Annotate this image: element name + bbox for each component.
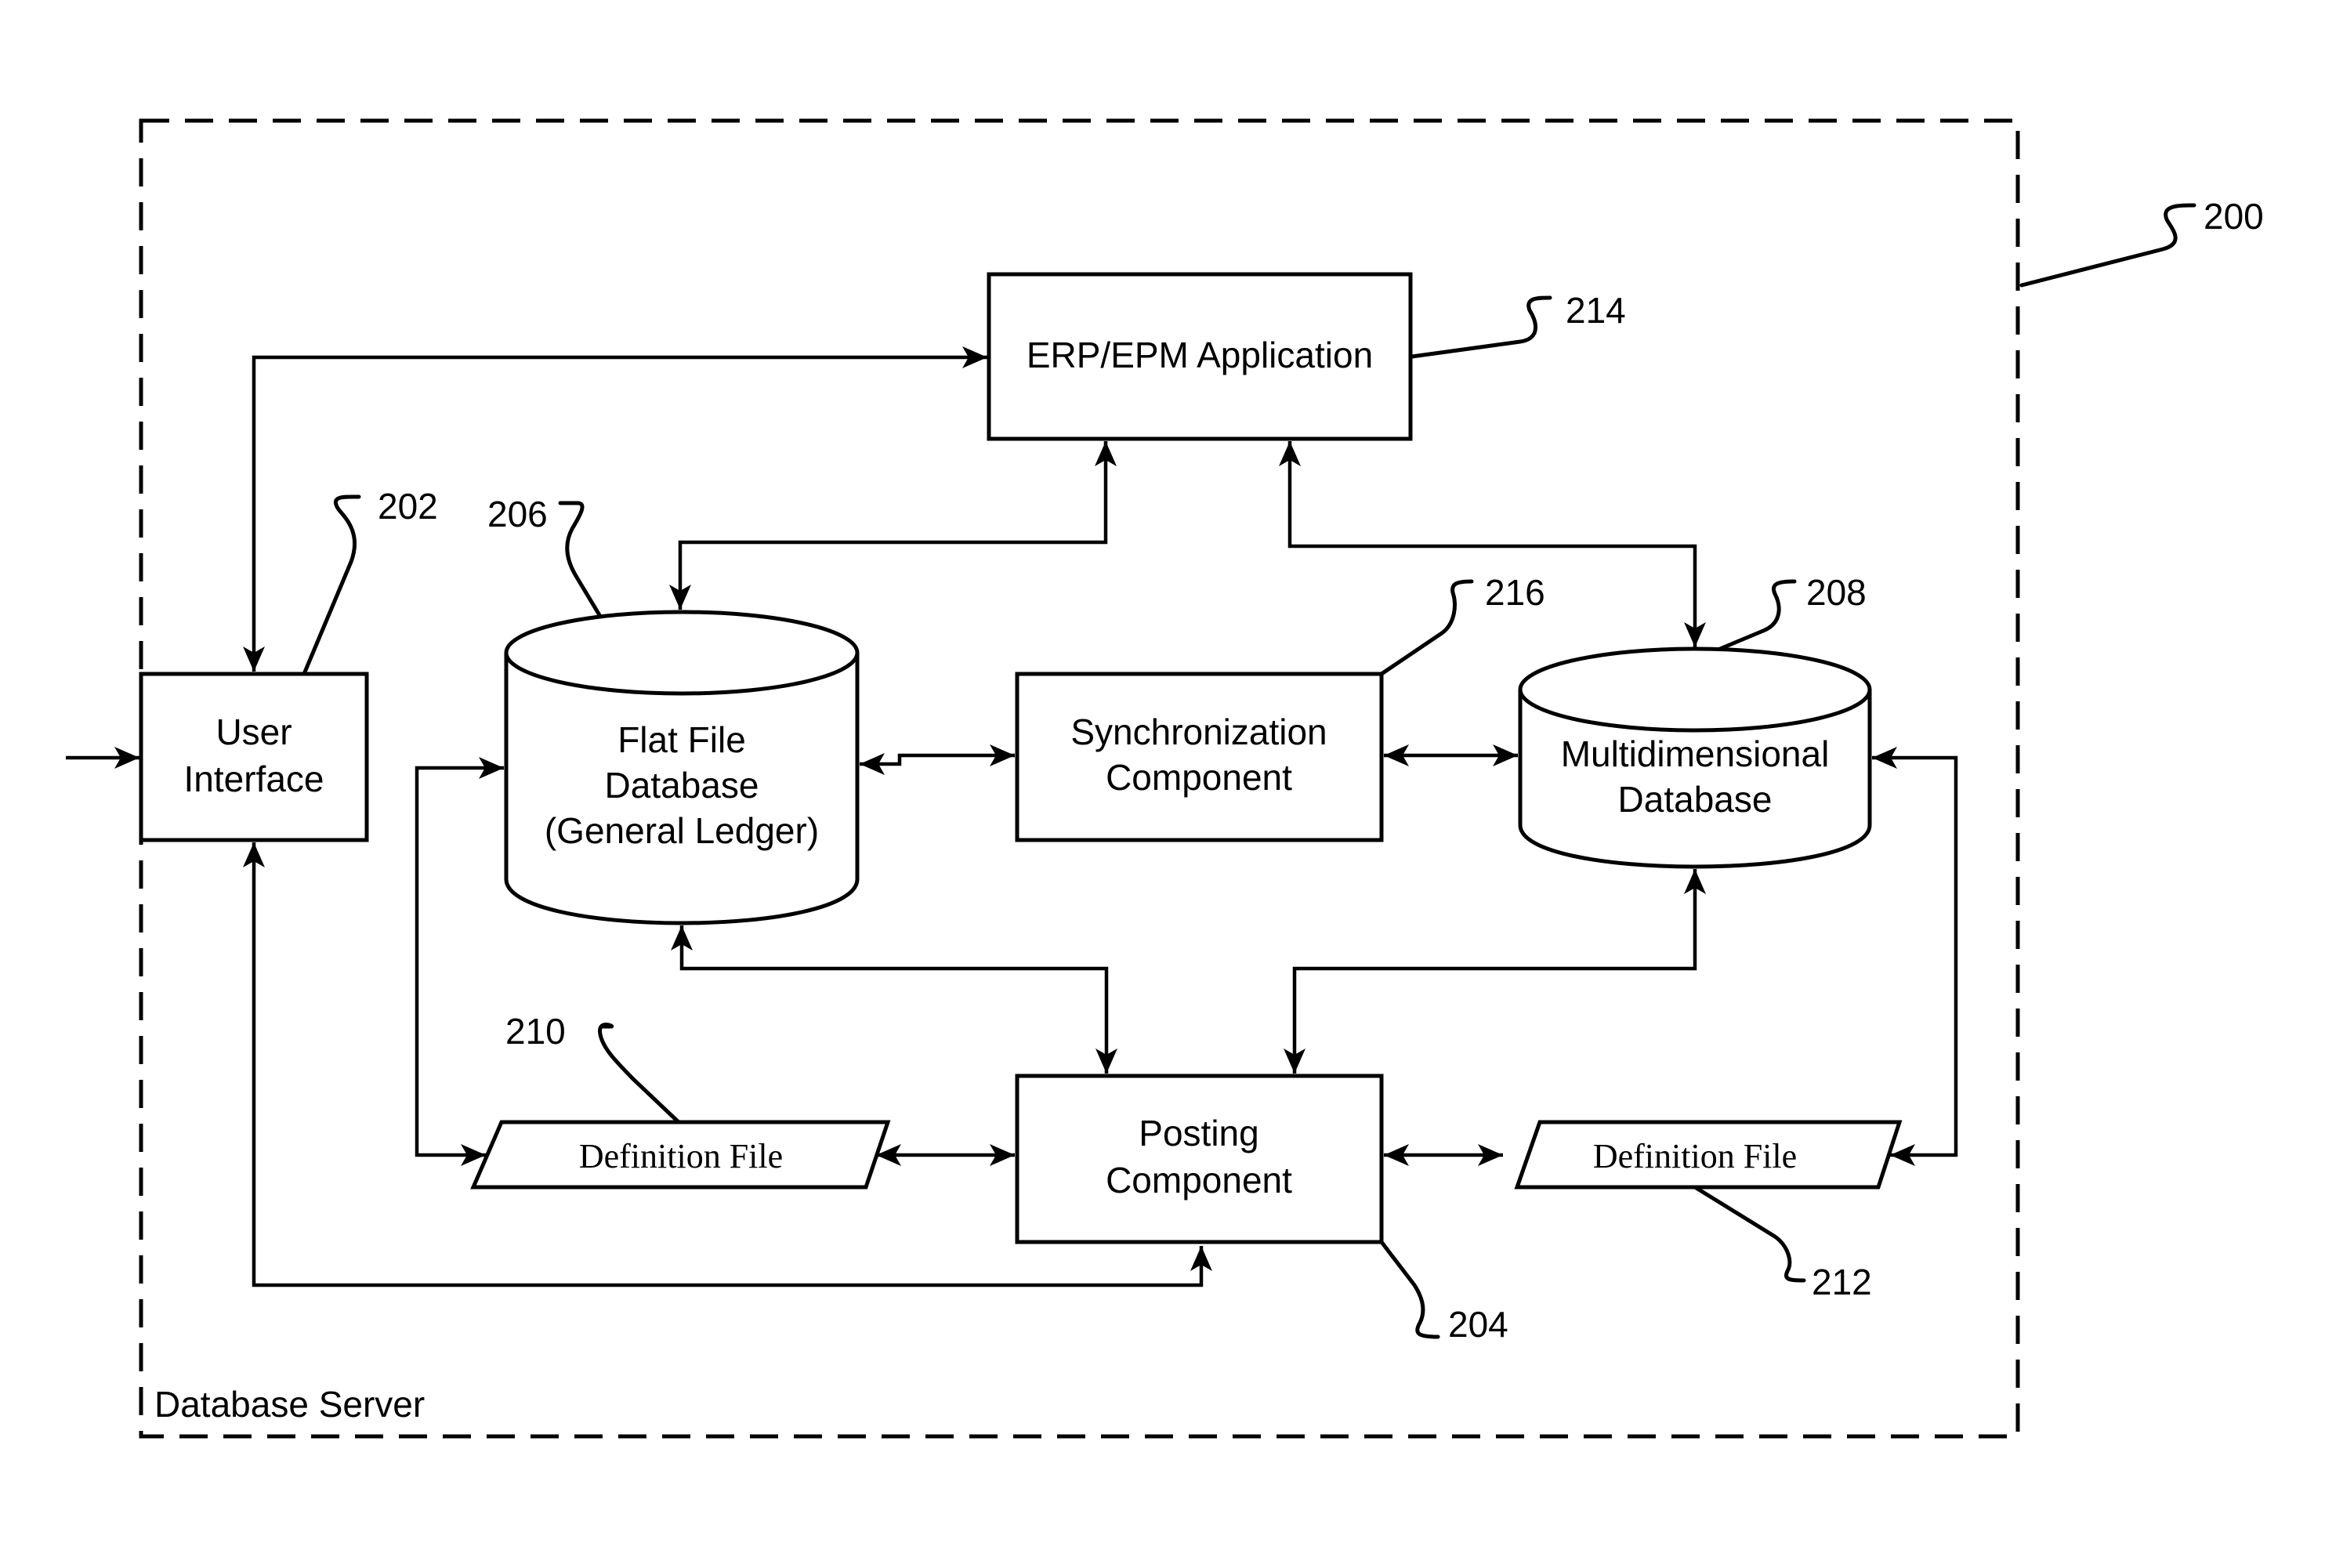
ref-206: 206	[487, 494, 548, 534]
posting-line-1: Posting	[1139, 1113, 1258, 1153]
definition-file-right[interactable]: Definition File	[1514, 1120, 1903, 1190]
connector-multidim-erp	[1279, 441, 1706, 647]
posting-line-2: Component	[1106, 1160, 1292, 1200]
erp-epm-application-box[interactable]: ERP/EPM Application	[987, 272, 1413, 441]
ref-204: 204	[1448, 1304, 1508, 1345]
multidim-line-1: Multidimensional	[1561, 733, 1830, 774]
flat-file-line-1: Flat File	[617, 719, 746, 760]
leader-214	[1410, 295, 1552, 359]
leader-216	[1379, 579, 1474, 676]
ref-212: 212	[1812, 1262, 1872, 1302]
ref-214: 214	[1566, 290, 1626, 331]
ref-208: 208	[1806, 572, 1867, 613]
connector-multidim-posting	[1284, 869, 1706, 1074]
multidim-line-2: Database	[1618, 779, 1773, 820]
synchronization-component-box[interactable]: Synchronization Component	[1015, 672, 1384, 842]
user-interface-box[interactable]: User Interface	[139, 672, 369, 842]
connector-flatfile-erp	[669, 441, 1117, 610]
database-server-label: Database Server	[154, 1384, 425, 1425]
system-diagram: Database Server 200 ERP/EPM Application …	[66, 118, 2264, 1439]
posting-component-box[interactable]: Posting Component	[1015, 1074, 1384, 1244]
leader-208	[1718, 579, 1797, 651]
leader-202	[302, 494, 361, 676]
leader-206	[558, 501, 602, 617]
leader-210	[598, 1023, 681, 1124]
flat-file-line-3: (General Ledger)	[545, 810, 819, 851]
leader-212	[1693, 1185, 1806, 1283]
user-interface-line-2: Interface	[184, 759, 324, 799]
connector-flatfile-posting	[671, 925, 1117, 1074]
sync-line-2: Component	[1106, 757, 1292, 798]
flat-file-line-2: Database	[605, 765, 759, 806]
connector-flatfile-sync	[860, 744, 1015, 775]
definition-file-right-label: Definition File	[1593, 1137, 1797, 1175]
ref-200: 200	[2204, 196, 2264, 237]
definition-file-left[interactable]: Definition File	[470, 1120, 891, 1190]
flat-file-database-cylinder[interactable]: Flat File Database (General Ledger)	[504, 610, 860, 925]
ref-216: 216	[1485, 572, 1545, 613]
leader-204	[1379, 1240, 1440, 1339]
leader-200	[2019, 203, 2196, 288]
connector-flatfile-deffile-left	[415, 757, 504, 1166]
user-interface-line-1: User	[215, 712, 292, 752]
sync-line-1: Synchronization	[1070, 712, 1327, 752]
definition-file-left-label: Definition File	[579, 1137, 783, 1175]
connector-deffile-right-multidim	[1872, 747, 1958, 1166]
multidimensional-database-cylinder[interactable]: Multidimensional Database	[1518, 646, 1872, 869]
ref-210: 210	[505, 1011, 566, 1052]
erp-epm-label: ERP/EPM Application	[1027, 335, 1373, 375]
ref-202: 202	[378, 486, 438, 527]
